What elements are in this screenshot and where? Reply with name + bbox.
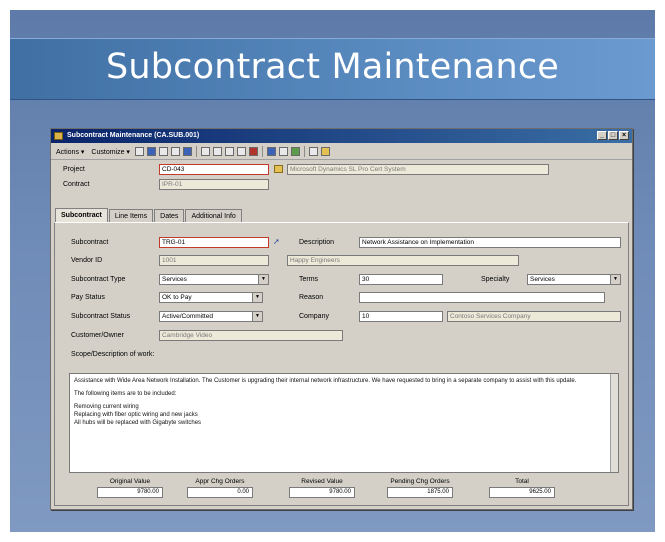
approved-change-orders-field: 0.00 (187, 487, 253, 498)
print-icon[interactable] (308, 147, 318, 156)
help-icon[interactable] (320, 147, 330, 156)
tab-subcontract[interactable]: Subcontract (55, 208, 108, 222)
minimize-button[interactable]: _ (597, 131, 607, 140)
save-icon[interactable] (146, 147, 156, 156)
first-record-icon[interactable] (200, 147, 210, 156)
company-field[interactable]: 10 (359, 311, 443, 322)
reason-label: Reason (299, 294, 324, 301)
find-icon[interactable] (266, 147, 276, 156)
toolbar-separator (195, 146, 197, 157)
scope-paragraph: The following items are to be included: (74, 391, 177, 397)
vendor-name-field: Happy Engineers (287, 255, 519, 266)
contract-field: IPR-01 (159, 179, 269, 190)
total-label: Total (515, 478, 529, 485)
pay-status-select[interactable]: OK to Pay (159, 292, 263, 303)
reason-field[interactable] (359, 292, 605, 303)
toolbar: Actions ▾ Customize ▾ (51, 144, 632, 160)
pending-change-orders-field: 1875.00 (387, 487, 453, 498)
new-icon[interactable] (134, 147, 144, 156)
subcontract-type-select[interactable]: Services (159, 274, 269, 285)
previous-record-icon[interactable] (212, 147, 222, 156)
terms-label: Terms (299, 276, 319, 283)
subcontract-maintenance-window: Subcontract Maintenance (CA.SUB.001) _ □… (50, 128, 633, 510)
paste-icon[interactable] (182, 147, 192, 156)
tab-additional-info[interactable]: Additional Info (185, 209, 242, 222)
title-band: Subcontract Maintenance (10, 38, 655, 100)
approved-change-orders-label: Appr Chg Orders (195, 478, 245, 485)
tab-line-items[interactable]: Line Items (108, 209, 154, 222)
tab-dates[interactable]: Dates (154, 209, 185, 222)
original-value-label: Original Value (109, 478, 151, 485)
scope-description-textarea[interactable]: Assistance with Wide Area Network Instal… (69, 373, 619, 473)
subcontract-label: Subcontract (71, 239, 109, 246)
note-icon[interactable] (278, 147, 288, 156)
revised-value-label: Revised Value (301, 478, 343, 485)
subcontract-type-label: Subcontract Type (71, 276, 126, 283)
contract-label: Contract (63, 181, 90, 188)
close-button[interactable]: × (619, 131, 629, 140)
description-field[interactable]: Network Assistance on Implementation (359, 237, 621, 248)
actions-menu[interactable]: Actions ▾ (54, 148, 86, 156)
scope-scrollbar[interactable] (610, 374, 618, 472)
vendor-id-label: Vendor ID (71, 257, 103, 264)
pay-status-label: Pay Status (71, 294, 105, 301)
scope-paragraph: Removing current wiring Replacing with f… (74, 404, 202, 426)
specialty-label: Specialty (481, 276, 510, 283)
lookup-arrow-icon[interactable]: ➚ (273, 237, 280, 246)
slide-title: Subcontract Maintenance (105, 47, 560, 87)
tab-strip: Subcontract Line Items Dates Additional … (55, 208, 243, 222)
window-title: Subcontract Maintenance (CA.SUB.001) (67, 132, 200, 139)
subcontract-status-select[interactable]: Active/Committed (159, 311, 263, 322)
company-label: Company (299, 313, 329, 320)
folder-icon[interactable] (274, 165, 283, 173)
project-description-field: Microsoft Dynamics SL Pro Cert System (287, 164, 549, 175)
delete-icon[interactable] (248, 147, 258, 156)
copy-icon[interactable] (158, 147, 168, 156)
customer-owner-label: Customer/Owner (71, 332, 124, 339)
customer-owner-field: Cambridge Video (159, 330, 343, 341)
subcontract-field[interactable]: TRG-01 (159, 237, 269, 248)
toolbar-separator (303, 146, 305, 157)
link-icon[interactable] (290, 147, 300, 156)
pending-change-orders-label: Pending Chg Orders (390, 478, 450, 485)
original-value-field: 9780.00 (97, 487, 163, 498)
terms-field[interactable]: 30 (359, 274, 443, 285)
revised-value-field: 9780.00 (289, 487, 355, 498)
vendor-id-field: 1001 (159, 255, 269, 266)
window-titlebar[interactable]: Subcontract Maintenance (CA.SUB.001) _ □… (51, 129, 632, 143)
subcontract-status-label: Subcontract Status (71, 313, 131, 320)
scope-paragraph: Assistance with Wide Area Network Instal… (74, 378, 577, 384)
description-label: Description (299, 239, 335, 246)
scope-label: Scope/Description of work: (71, 351, 155, 358)
project-field[interactable]: CD-043 (159, 164, 269, 175)
customize-menu[interactable]: Customize ▾ (89, 148, 132, 156)
next-record-icon[interactable] (224, 147, 234, 156)
maximize-button[interactable]: □ (608, 131, 618, 140)
window-controls: _ □ × (597, 131, 629, 140)
last-record-icon[interactable] (236, 147, 246, 156)
cut-icon[interactable] (170, 147, 180, 156)
specialty-select[interactable]: Services (527, 274, 621, 285)
total-field: 9625.00 (489, 487, 555, 498)
company-name-field: Contoso Services Company (447, 311, 621, 322)
toolbar-separator (261, 146, 263, 157)
project-label: Project (63, 166, 85, 173)
app-icon (54, 132, 63, 140)
